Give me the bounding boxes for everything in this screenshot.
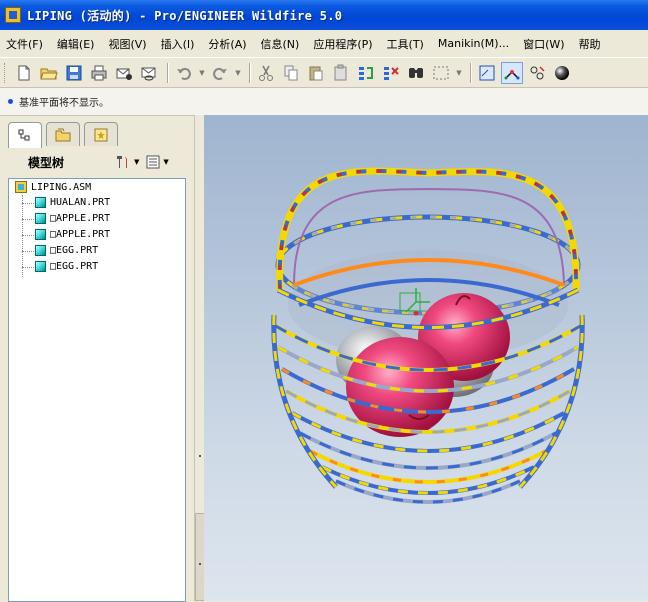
menu-manikin[interactable]: Manikin(M)...: [438, 37, 509, 50]
tree-item-label: □EGG.PRT: [50, 261, 99, 272]
tree-item-label: HUALAN.PRT: [50, 197, 111, 208]
menu-bar: 文件(F) 编辑(E) 视图(V) 插入(I) 分析(A) 信息(N) 应用程序…: [0, 30, 648, 57]
select-box-dropdown-icon[interactable]: ▼: [455, 62, 463, 84]
copy-icon[interactable]: [280, 62, 302, 84]
redo-icon[interactable]: [209, 62, 231, 84]
assembly-icon: [15, 181, 27, 193]
tools-icon: [117, 156, 127, 168]
splitter-grip: [199, 455, 201, 457]
tree-connector: [22, 251, 34, 252]
panel-splitter[interactable]: [194, 115, 205, 601]
tree-connector: [22, 267, 34, 268]
open-icon[interactable]: [38, 62, 60, 84]
tree-settings-button[interactable]: ▼: [114, 154, 139, 170]
part-icon: [35, 213, 46, 224]
toolbar-grip[interactable]: [4, 62, 7, 83]
model-tree-tab-icon: [18, 129, 30, 140]
undo-dropdown-icon[interactable]: ▼: [198, 62, 206, 84]
tree-show-button[interactable]: ▼: [145, 154, 169, 170]
tree-item-apple[interactable]: □APPLE.PRT: [35, 229, 110, 240]
toolbar: ▼ ▼ ▼: [0, 57, 648, 87]
title-bar: LIPING (活动的) - Pro/ENGINEER Wildfire 5.0: [0, 0, 648, 30]
tab-favorites[interactable]: [84, 122, 118, 146]
redo-dropdown-icon[interactable]: ▼: [234, 62, 242, 84]
menu-file[interactable]: 文件(F): [6, 36, 43, 52]
message-text: 基准平面将不显示。: [19, 98, 109, 109]
message-area: 基准平面将不显示。: [0, 87, 648, 115]
basket-model-render: [271, 167, 585, 504]
tab-folder-browser[interactable]: [46, 122, 80, 146]
menu-tools[interactable]: 工具(T): [387, 36, 424, 52]
tree-root-assembly[interactable]: LIPING.ASM: [15, 181, 91, 193]
email-link-icon[interactable]: [138, 62, 160, 84]
navigator-tabs: [8, 122, 122, 148]
tree-connector: [22, 219, 34, 220]
new-icon[interactable]: [13, 62, 35, 84]
menu-analysis[interactable]: 分析(A): [208, 36, 246, 52]
menu-applications[interactable]: 应用程序(P): [313, 36, 372, 52]
folder-tab-icon: [55, 128, 71, 141]
email-icon[interactable]: [113, 62, 135, 84]
splitter-grip: [199, 563, 201, 565]
view-manager-icon[interactable]: [526, 62, 548, 84]
select-box-icon[interactable]: [430, 62, 452, 84]
paste-special-icon[interactable]: [330, 62, 352, 84]
regenerate-icon[interactable]: [355, 62, 377, 84]
print-icon[interactable]: [88, 62, 110, 84]
tree-item-label: □APPLE.PRT: [50, 213, 111, 224]
toolbar-separator: [470, 62, 472, 83]
menu-info[interactable]: 信息(N): [261, 36, 300, 52]
menu-edit[interactable]: 编辑(E): [57, 36, 95, 52]
spin-center-icon[interactable]: [501, 61, 523, 84]
tree-item-label: □EGG.PRT: [50, 245, 99, 256]
model-tree: LIPING.ASM HUALAN.PRT □APPLE.PRT □APPLE.…: [8, 178, 186, 602]
message-bullet-icon: [8, 99, 13, 104]
model-tree-header: 模型树 ▼ ▼: [6, 148, 192, 176]
tree-connector: [22, 235, 34, 236]
tree-item-label: □APPLE.PRT: [50, 229, 111, 240]
tree-item-egg[interactable]: □EGG.PRT: [35, 261, 98, 272]
toolbar-separator: [249, 62, 251, 83]
navigator-panel: 模型树 ▼ ▼ LIPING.ASM HUALAN.PRT □APPLE.PRT: [0, 115, 194, 602]
cut-icon[interactable]: [255, 62, 277, 84]
app-icon: [5, 7, 21, 23]
chevron-down-icon: ▼: [134, 158, 140, 166]
menu-window[interactable]: 窗口(W): [523, 36, 564, 52]
part-icon: [35, 245, 46, 256]
favorites-tab-icon: [94, 128, 108, 141]
undo-icon[interactable]: [173, 62, 195, 84]
regen-manager-icon[interactable]: [380, 62, 402, 84]
part-icon: [35, 229, 46, 240]
save-icon[interactable]: [63, 62, 85, 84]
graphics-window[interactable]: [204, 115, 648, 601]
model-tree-title: 模型树: [28, 155, 65, 170]
part-icon: [35, 197, 46, 208]
find-icon[interactable]: [405, 62, 427, 84]
list-icon: [146, 155, 160, 169]
tree-connector: [22, 195, 23, 277]
datum-display-icon[interactable]: [476, 62, 498, 84]
menu-help[interactable]: 帮助: [579, 36, 601, 52]
paste-icon[interactable]: [305, 62, 327, 84]
part-icon: [35, 261, 46, 272]
tree-connector: [22, 203, 34, 204]
tree-item-apple[interactable]: □APPLE.PRT: [35, 213, 110, 224]
tree-item-hualan[interactable]: HUALAN.PRT: [35, 197, 110, 208]
tree-root-label: LIPING.ASM: [31, 181, 92, 193]
menu-view[interactable]: 视图(V): [108, 36, 146, 52]
tab-model-tree[interactable]: [8, 122, 42, 148]
shading-icon[interactable]: [551, 62, 573, 84]
toolbar-separator: [167, 62, 169, 83]
window-title: LIPING (活动的) - Pro/ENGINEER Wildfire 5.0: [27, 8, 343, 23]
tree-item-egg[interactable]: □EGG.PRT: [35, 245, 98, 256]
menu-insert[interactable]: 插入(I): [161, 36, 195, 52]
chevron-down-icon: ▼: [163, 158, 169, 166]
